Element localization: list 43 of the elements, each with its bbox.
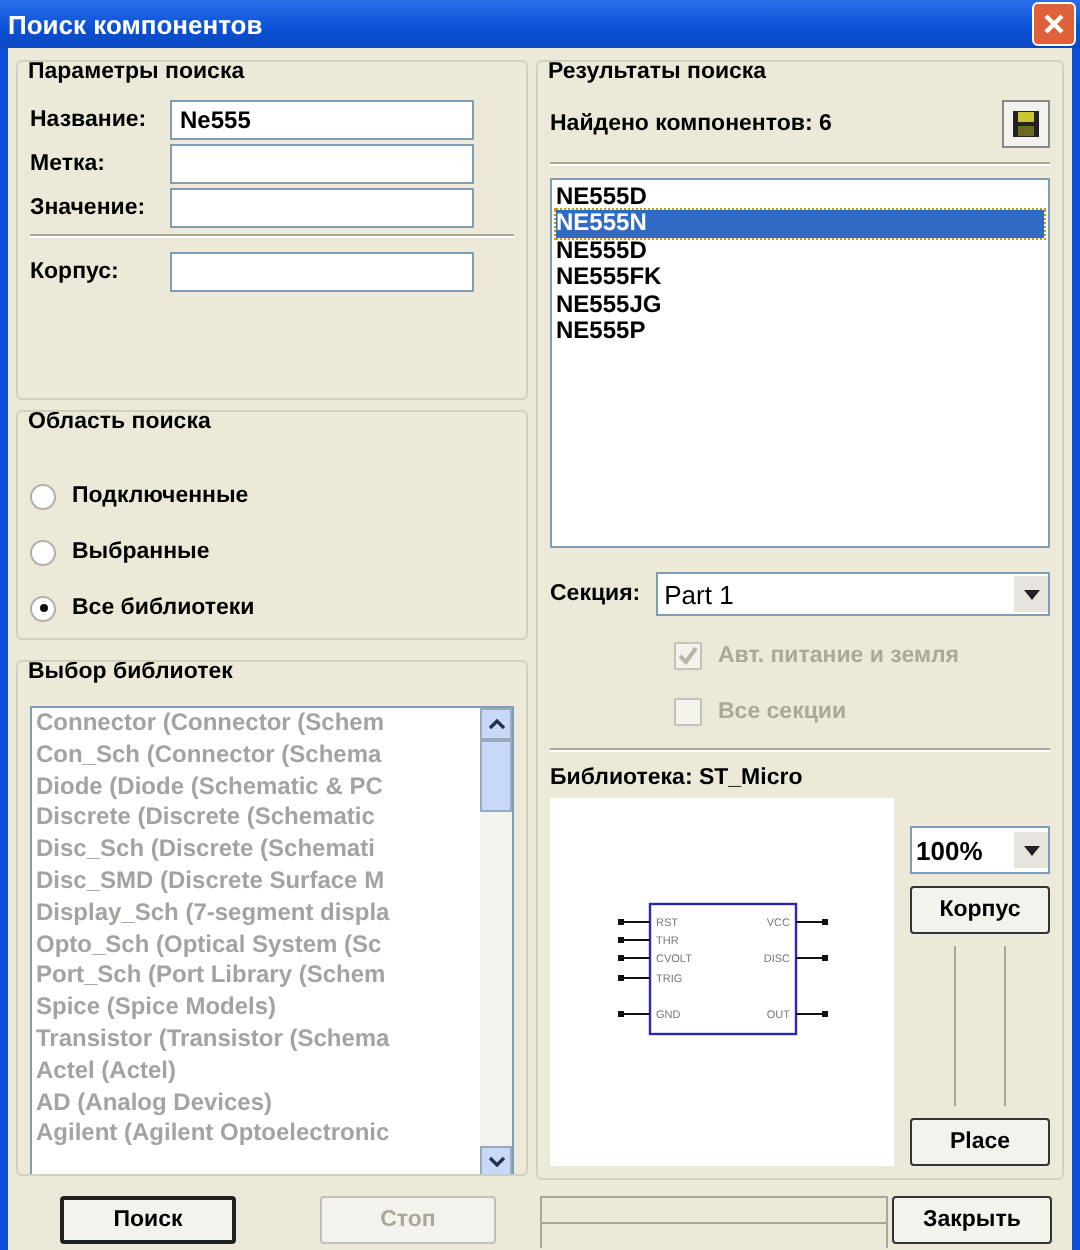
close-button[interactable] — [1032, 2, 1076, 46]
results-count: Найдено компонентов: 6 — [550, 112, 832, 136]
save-button[interactable] — [1002, 100, 1050, 148]
scroll-down-icon — [487, 1156, 505, 1168]
field-label: Метка: — [30, 152, 107, 176]
radio-button[interactable] — [30, 483, 56, 509]
section-dropdown[interactable]: Part 1 — [656, 572, 1050, 616]
radio-label: Выбранные — [72, 540, 210, 564]
checkbox-label: Авт. питание и земля — [718, 644, 959, 668]
section-label: Секция: — [550, 582, 641, 606]
radio-button[interactable] — [30, 595, 56, 621]
group-title: Результаты поиска — [546, 62, 769, 86]
window-title: Поиск компонентов — [8, 9, 263, 39]
radio-label: Подключенные — [72, 484, 249, 508]
result-item[interactable]: NE555D — [556, 237, 1044, 265]
caret-icon — [1023, 845, 1039, 855]
result-item[interactable]: NE555JG — [556, 291, 1044, 319]
result-item[interactable]: NE555N — [556, 210, 1044, 238]
field-label: Название: — [30, 108, 149, 132]
close-dialog-button[interactable]: Закрыть — [892, 1196, 1052, 1244]
text-field[interactable] — [170, 188, 474, 228]
close-icon — [1042, 12, 1066, 36]
radio-button[interactable] — [30, 539, 56, 565]
result-item[interactable]: NE555D — [556, 184, 1044, 211]
scroll-up-icon — [487, 718, 505, 730]
zoom-dropdown[interactable]: 100% — [910, 826, 1050, 874]
save-icon — [1012, 110, 1040, 138]
package-button[interactable]: Корпус — [910, 886, 1050, 934]
group-title: Параметры поиска — [26, 62, 247, 86]
checkbox-label: Все секции — [718, 700, 847, 724]
caret-icon — [1023, 589, 1039, 599]
search-button[interactable]: Поиск — [60, 1196, 236, 1244]
field-label: Корпус: — [30, 260, 121, 284]
text-field[interactable]: Ne555 — [170, 100, 474, 140]
text-field[interactable] — [170, 144, 474, 184]
result-item[interactable]: NE555FK — [556, 264, 1044, 292]
text-field[interactable] — [170, 252, 474, 292]
radio-label: Все библиотеки — [72, 596, 255, 620]
field-label: Значение: — [30, 196, 148, 220]
result-item[interactable]: NE555P — [556, 318, 1044, 345]
library-name: Библиотека: ST_Micro — [550, 766, 805, 790]
place-button[interactable]: Place — [910, 1118, 1050, 1166]
check-icon — [678, 646, 698, 666]
